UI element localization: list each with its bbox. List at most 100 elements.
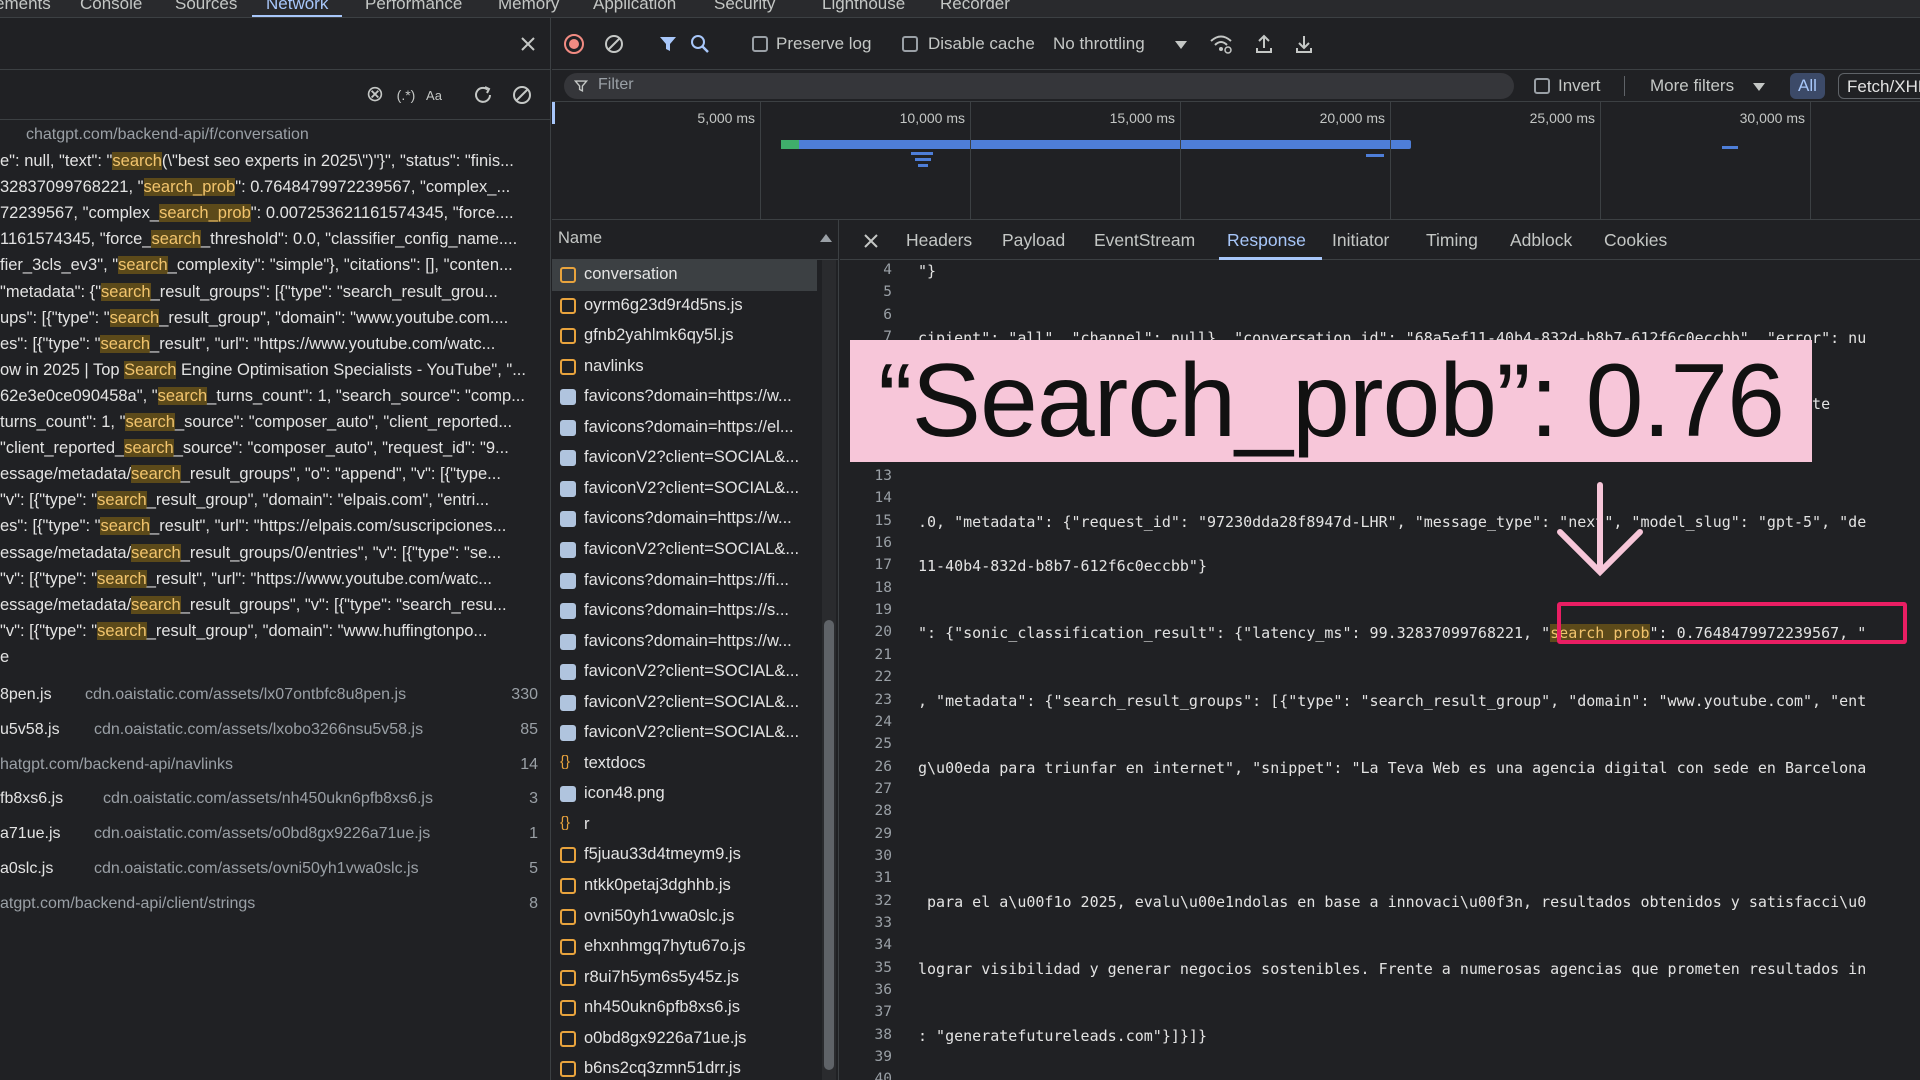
- request-row[interactable]: conversation: [552, 260, 817, 291]
- chevron-down-icon[interactable]: [1752, 80, 1766, 94]
- search-result-line[interactable]: "v": [{"type": "search_result", "url": "…: [0, 569, 550, 589]
- request-row[interactable]: faviconV2?client=SOCIAL&...: [552, 474, 817, 505]
- regex-toggle-icon[interactable]: (.*): [391, 83, 421, 107]
- import-har-icon[interactable]: [1252, 32, 1276, 56]
- tab-eventstream[interactable]: EventStream: [1094, 230, 1195, 251]
- search-result-line[interactable]: fier_3cls_ev3", "search_complexity": "si…: [0, 256, 550, 275]
- tab-response[interactable]: Response: [1227, 230, 1306, 251]
- search-result-line[interactable]: e": null, "text": "search(\"best seo exp…: [0, 152, 550, 171]
- filter-all-button[interactable]: All: [1790, 73, 1825, 99]
- invert-checkbox[interactable]: [1534, 78, 1550, 94]
- chevron-down-icon[interactable]: [1174, 38, 1188, 52]
- filter-icon[interactable]: [656, 32, 680, 56]
- stop-recording-icon[interactable]: [562, 32, 586, 56]
- tab-adblock[interactable]: Adblock: [1510, 230, 1572, 251]
- filter-fetch-xhr-button[interactable]: Fetch/XHR: [1838, 73, 1920, 99]
- tab-performance[interactable]: Performance: [365, 0, 462, 14]
- request-row[interactable]: f5juau33d4tmeym9.js: [552, 840, 817, 871]
- search-result-line[interactable]: 62e3e0ce090458a", "search_turns_count": …: [0, 386, 550, 406]
- request-row[interactable]: faviconV2?client=SOCIAL&...: [552, 657, 817, 688]
- tab-sources[interactable]: Sources: [175, 0, 237, 14]
- search-result-line[interactable]: 72239567, "complex_search_prob": 0.00725…: [0, 204, 550, 223]
- search-result-line[interactable]: "v": [{"type": "search_result_group", "d…: [0, 621, 550, 641]
- tab-payload[interactable]: Payload: [1002, 230, 1065, 251]
- request-row[interactable]: favicons?domain=https://w...: [552, 382, 817, 413]
- request-row[interactable]: navlinks: [552, 352, 817, 383]
- name-column-header[interactable]: Name: [552, 220, 838, 260]
- request-row[interactable]: ovni50yh1vwa0slc.js: [552, 902, 817, 933]
- request-row[interactable]: favicons?domain=https://s...: [552, 596, 817, 627]
- disable-cache-checkbox[interactable]: [902, 36, 918, 52]
- more-filters-button[interactable]: More filters: [1650, 76, 1734, 96]
- search-result-line[interactable]: 32837099768221, "search_prob": 0.7648479…: [0, 178, 550, 197]
- search-result-line[interactable]: ow in 2025 | Top Search Engine Optimisat…: [0, 360, 550, 380]
- refresh-icon[interactable]: [470, 82, 496, 108]
- export-har-icon[interactable]: [1292, 32, 1316, 56]
- request-row[interactable]: o0bd8gx9226a71ue.js: [552, 1024, 817, 1055]
- tab-headers[interactable]: Headers: [906, 230, 972, 251]
- scroll-thumb[interactable]: [824, 620, 834, 1070]
- request-row[interactable]: r8ui7h5ym6s5y45z.js: [552, 963, 817, 994]
- match-case-icon[interactable]: Aa: [422, 83, 446, 107]
- search-result-line[interactable]: "metadata": {"search_result_groups": [{"…: [0, 282, 550, 302]
- search-result-line[interactable]: essage/metadata/search_result_groups/0/e…: [0, 543, 550, 563]
- timeline-overview[interactable]: 5,000 ms 10,000 ms 15,000 ms 20,000 ms 25,00…: [552, 102, 1920, 220]
- search-result-line[interactable]: es": [{"type": "search_result", "url": "…: [0, 334, 550, 354]
- request-row[interactable]: ntkk0petaj3dghhb.js: [552, 871, 817, 902]
- throttling-select[interactable]: No throttling: [1053, 34, 1145, 54]
- request-row[interactable]: icon48.png: [552, 779, 817, 810]
- tab-timing[interactable]: Timing: [1426, 230, 1478, 251]
- file-name: a71ue.js: [0, 825, 61, 843]
- clear-log-icon[interactable]: [602, 32, 626, 56]
- request-row[interactable]: favicons?domain=https://el...: [552, 413, 817, 444]
- request-row[interactable]: nh450ukn6pfb8xs6.js: [552, 993, 817, 1024]
- request-name: favicons?domain=https://w...: [584, 387, 792, 406]
- line-number: 19: [874, 602, 892, 619]
- tab-recorder[interactable]: Recorder: [940, 0, 1010, 14]
- request-row[interactable]: ehxnhmgq7hytu67o.js: [552, 932, 817, 963]
- search-result-line[interactable]: e: [0, 648, 550, 667]
- request-row[interactable]: faviconV2?client=SOCIAL&...: [552, 718, 817, 749]
- search-result-line[interactable]: essage/metadata/search_result_groups", "…: [0, 465, 550, 484]
- tab-lighthouse[interactable]: Lighthouse: [822, 0, 905, 14]
- search-result-line[interactable]: "v": [{"type": "search_result_group", "d…: [0, 491, 550, 510]
- tab-security[interactable]: Security: [714, 0, 775, 14]
- request-row[interactable]: {} textdocs: [552, 749, 817, 780]
- request-row[interactable]: oyrm6g23d9r4d5ns.js: [552, 291, 817, 322]
- request-row[interactable]: favicons?domain=https://w...: [552, 504, 817, 535]
- request-row[interactable]: {} r: [552, 810, 817, 841]
- search-result-file[interactable]: chatgpt.com/backend-api/f/conversation: [26, 126, 309, 144]
- close-detail-icon[interactable]: [860, 230, 882, 252]
- request-row[interactable]: b6ns2cq3zmn51drr.js: [552, 1054, 817, 1080]
- search-result-line[interactable]: ups": [{"type": "search_result_group", "…: [0, 308, 550, 328]
- match-highlight: search: [97, 569, 147, 588]
- search-result-line[interactable]: es": [{"type": "search_result", "url": "…: [0, 517, 550, 536]
- tab-memory[interactable]: Memory: [498, 0, 559, 14]
- tab-console[interactable]: Console: [80, 0, 142, 14]
- request-list: Name conversation oyrm6g23d9r4d5ns.js gfnb…: [552, 220, 839, 1080]
- search-result-line[interactable]: 1161574345, "force_search_threshold": 0.…: [0, 230, 550, 249]
- tab-cookies[interactable]: Cookies: [1604, 230, 1667, 251]
- tab-application[interactable]: Application: [593, 0, 676, 14]
- search-result-line[interactable]: "client_reported_search_source": "compos…: [0, 439, 550, 458]
- clear-results-icon[interactable]: [509, 82, 535, 108]
- request-row[interactable]: favicons?domain=https://fi...: [552, 566, 817, 597]
- request-row[interactable]: faviconV2?client=SOCIAL&...: [552, 443, 817, 474]
- close-search-icon[interactable]: [516, 32, 540, 56]
- request-row[interactable]: faviconV2?client=SOCIAL&...: [552, 688, 817, 719]
- search-icon[interactable]: [688, 32, 712, 56]
- filter-input[interactable]: Filter: [564, 73, 1514, 99]
- request-row[interactable]: gfnb2yahlmk6qy5l.js: [552, 321, 817, 352]
- search-result-line[interactable]: turns_count": 1, "search_source": "compo…: [0, 413, 550, 432]
- preserve-log-checkbox[interactable]: [752, 36, 768, 52]
- clear-search-icon[interactable]: ⊗: [363, 81, 387, 106]
- request-row[interactable]: favicons?domain=https://w...: [552, 627, 817, 658]
- tab-network[interactable]: Network: [266, 0, 328, 14]
- search-result-line[interactable]: essage/metadata/search_result_groups", "…: [0, 595, 550, 615]
- image-icon: [560, 664, 576, 681]
- request-row[interactable]: faviconV2?client=SOCIAL&...: [552, 535, 817, 566]
- tab-ements[interactable]: ements: [0, 0, 51, 14]
- network-conditions-icon[interactable]: [1208, 32, 1234, 56]
- tab-initiator[interactable]: Initiator: [1332, 230, 1389, 251]
- request-name: favicons?domain=https://s...: [584, 601, 789, 620]
